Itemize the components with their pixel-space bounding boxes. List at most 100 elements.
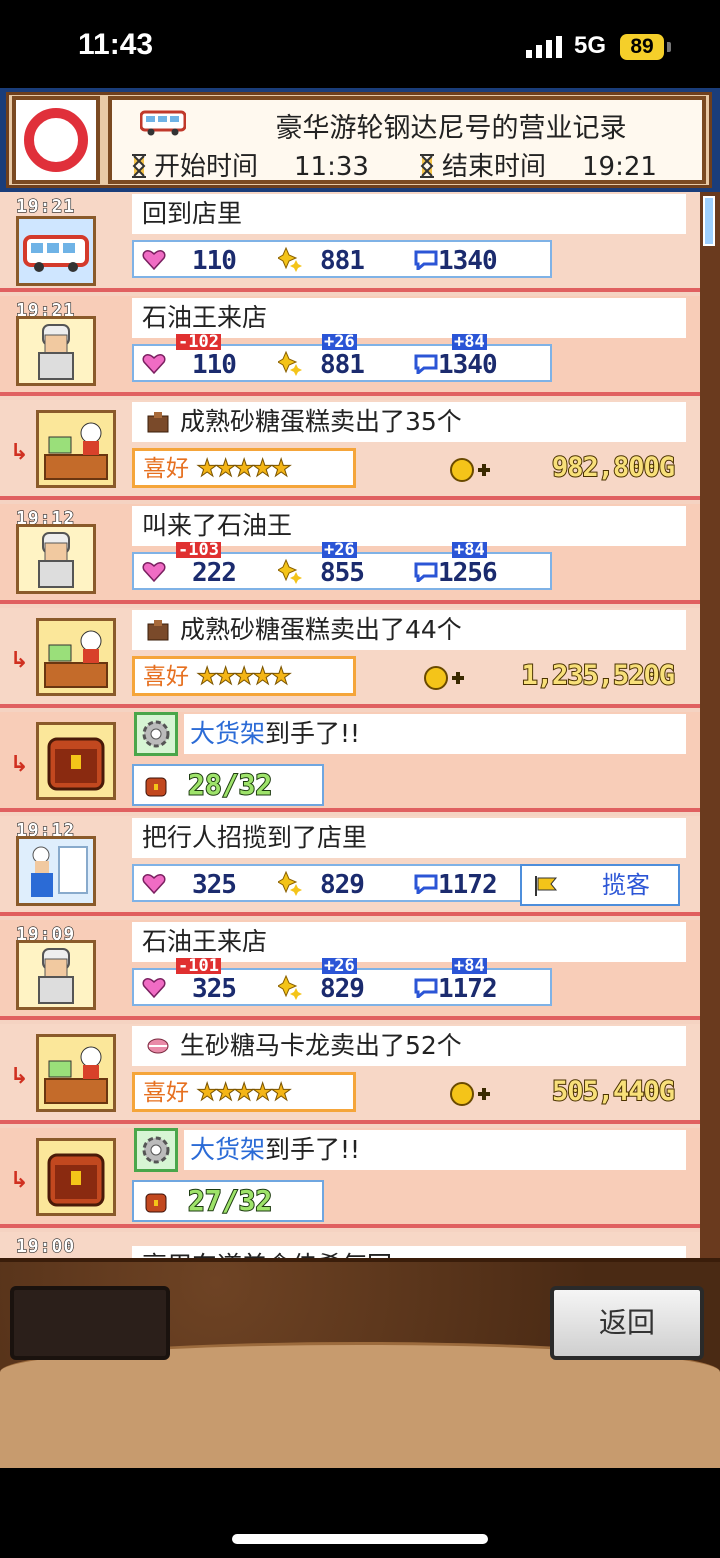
list-item: 19:09 石油王来店 -101 +26 +84 325 829 1172 (0, 920, 700, 1020)
end-time: 19:21 (582, 152, 657, 182)
spark-value: 881 (320, 350, 365, 380)
oil-king-avatar (16, 940, 96, 1010)
scrollbar[interactable] (700, 192, 720, 1258)
signal-icon (526, 36, 562, 58)
talk-value: 1256 (438, 558, 498, 588)
speech-bubble-icon (414, 250, 438, 270)
preference-rating: 喜好 ★★★★★ (132, 656, 356, 696)
home-indicator[interactable] (232, 1534, 488, 1544)
end-time-row: 结束时间 19:21 (418, 146, 657, 183)
shop-counter-icon (36, 410, 116, 488)
start-time-row: 开始时间 11:33 (130, 146, 369, 183)
entry-text: 享用东道美食佳肴每回 (132, 1246, 686, 1258)
cake-box-icon (147, 620, 169, 641)
shop-counter-icon (36, 618, 116, 696)
star-rating-icon: ★★★★★ (196, 454, 293, 483)
record-title: 豪华游轮钢达尼号的营业记录 (275, 113, 627, 144)
shop-status-badge (12, 96, 100, 184)
back-button[interactable]: 返回 (550, 1286, 704, 1360)
clock: 11:43 (78, 28, 154, 61)
spark-delta: +26 (322, 332, 357, 352)
preference-rating: 喜好 ★★★★★ (132, 448, 356, 488)
sparkle-icon (278, 558, 302, 584)
sub-entry-arrow-icon: ↳ (10, 440, 29, 465)
circle-icon (24, 108, 88, 172)
end-label: 结束时间 (442, 152, 547, 182)
gold-earned: 982,800G (551, 451, 676, 484)
floor-decoration (0, 1342, 720, 1468)
list-item: 19:12 叫来了石油王 -103 +26 +84 222 855 1256 (0, 504, 700, 604)
stats-bar: -102 +26 +84 110 881 1340 (132, 334, 552, 382)
spark-value: 855 (320, 558, 365, 588)
treasure-chest-icon (36, 1138, 116, 1216)
record-list[interactable]: 19:21 回到店里 110 881 1340 19:21 石油王来店 -102… (0, 192, 700, 1258)
stats-bar: 110 881 1340 (132, 240, 552, 278)
talk-delta: +84 (452, 956, 487, 976)
preference-label: 喜好 (143, 664, 189, 690)
sparkle-icon (278, 350, 302, 376)
shelf-count: 27/32 (132, 1180, 324, 1222)
heart-icon (142, 874, 166, 894)
status-bar: 11:43 5G 89 (0, 0, 720, 88)
chest-icon (145, 777, 167, 797)
list-item: 19:21 回到店里 110 881 1340 (0, 192, 700, 292)
sub-entry-arrow-icon: ↳ (10, 648, 29, 673)
heart-delta: -101 (176, 956, 221, 976)
talk-delta: +84 (452, 540, 487, 560)
star-rating-icon: ★★★★★ (196, 1078, 293, 1107)
star-rating-icon: ★★★★★ (196, 662, 293, 691)
entry-text: 生砂糖马卡龙卖出了52个 (132, 1026, 686, 1066)
list-item: ↳ 大货架到手了!! 28/32 (0, 712, 700, 812)
macaron-icon (147, 1038, 169, 1054)
speech-bubble-icon (414, 354, 438, 374)
sub-entry-arrow-icon: ↳ (10, 752, 29, 777)
spark-value: 829 (320, 974, 365, 1004)
entry-text: 回到店里 (132, 194, 686, 234)
list-item: 19:12 把行人招揽到了店里 325 829 1172 揽客 (0, 816, 700, 916)
battery-icon: 89 (620, 34, 664, 60)
talk-value: 1172 (438, 870, 498, 900)
talk-value: 1340 (438, 350, 498, 380)
entry-text: 大货架到手了!! (184, 714, 686, 754)
list-item: 19:00 享用东道美食佳肴每回 (0, 1232, 700, 1258)
record-info: 豪华游轮钢达尼号的营业记录 开始时间 11:33 结束时间 19:21 (108, 96, 706, 184)
list-item: ↳ 成熟砂糖蛋糕卖出了35个 喜好 ★★★★★ 982,800G (0, 400, 700, 500)
speech-bubble-icon (414, 562, 438, 582)
flag-icon (535, 876, 558, 896)
item-name: 大货架 (190, 719, 266, 748)
spark-delta: +26 (322, 540, 357, 560)
spark-value: 881 (320, 246, 365, 276)
oil-king-avatar (16, 524, 96, 594)
heart-icon (142, 354, 166, 374)
coin-plus-icon (450, 458, 490, 482)
list-item: ↳ 大货架到手了!! 27/32 (0, 1128, 700, 1228)
gear-icon (134, 712, 178, 756)
talk-value: 1340 (438, 246, 498, 276)
battery-nub (667, 42, 671, 52)
speech-bubble-icon (414, 874, 438, 894)
scroll-thumb[interactable] (703, 196, 715, 246)
heart-value: 222 (192, 558, 237, 588)
entry-time: 19:21 (15, 195, 76, 217)
heart-icon (142, 562, 166, 582)
heart-value: 110 (192, 246, 237, 276)
network-type: 5G (574, 32, 607, 59)
footer-panel: 返回 (0, 1258, 720, 1468)
preference-label: 喜好 (143, 1080, 189, 1106)
sub-entry-arrow-icon: ↳ (10, 1064, 29, 1089)
entry-time: 19:00 (15, 1235, 76, 1257)
sub-entry-arrow-icon: ↳ (10, 1168, 29, 1193)
cake-box-icon (147, 412, 169, 433)
gear-icon (134, 1128, 178, 1172)
empty-panel (10, 1286, 170, 1360)
entry-text: 成熟砂糖蛋糕卖出了44个 (132, 610, 686, 650)
start-label: 开始时间 (154, 152, 259, 182)
gold-earned: 1,235,520G (520, 659, 676, 692)
solicit-button[interactable]: 揽客 (520, 864, 680, 906)
entry-text: 把行人招揽到了店里 (132, 818, 686, 858)
heart-value: 325 (192, 974, 237, 1004)
spark-value: 829 (320, 870, 365, 900)
bus-icon (16, 216, 96, 286)
stats-bar: -103 +26 +84 222 855 1256 (132, 542, 552, 590)
sparkle-icon (278, 870, 302, 896)
